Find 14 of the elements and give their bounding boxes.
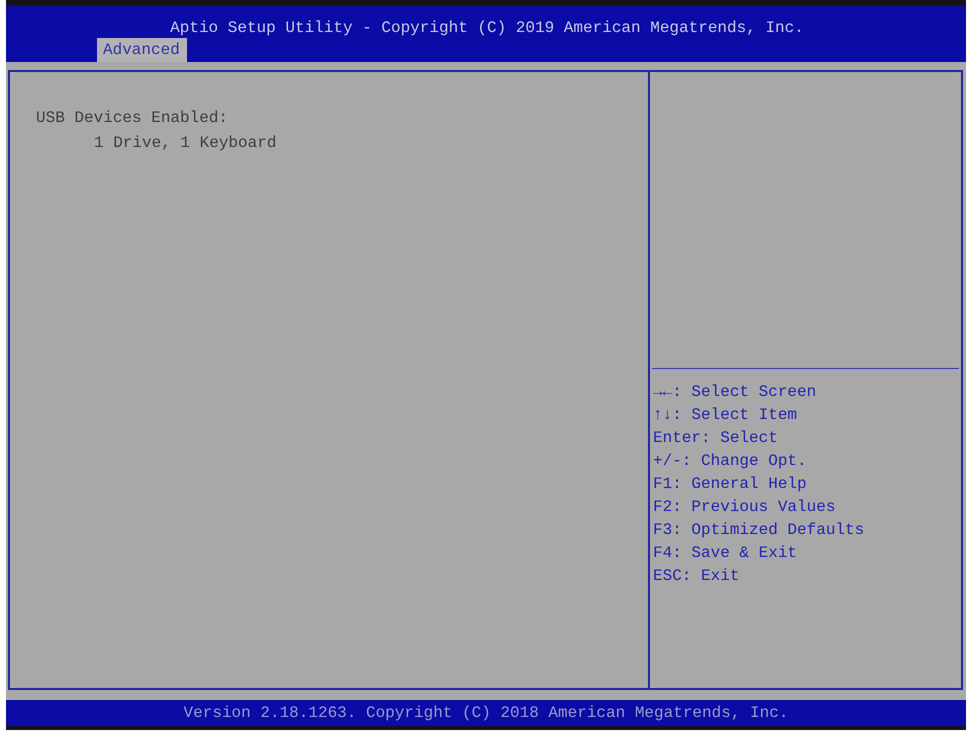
key-hint: Enter: Select <box>653 428 779 449</box>
setting-label: USB Devices Enabled: <box>36 108 230 129</box>
key-hint: ↑↓: Select Item <box>653 405 798 426</box>
key-hint: F3: Optimized Defaults <box>653 520 866 541</box>
menu-tab[interactable]: Advanced <box>97 38 187 62</box>
key-hint: +/-: Change Opt. <box>653 451 808 472</box>
key-hint: ESC: Exit <box>653 566 740 587</box>
key-hint: →←: Select Screen <box>653 382 818 403</box>
key-hint: F2: Previous Values <box>653 497 836 518</box>
window-title: Aptio Setup Utility - Copyright (C) 2019 American Megatrends, Inc. <box>169 18 805 38</box>
key-hint: F4: Save & Exit <box>653 543 798 564</box>
version-text: Version 2.18.1263. Copyright (C) 2018 American Megatrends, Inc. <box>184 703 788 723</box>
setting-value: 1 Drive, 1 Keyboard <box>93 133 278 154</box>
key-hint: F1: General Help <box>653 474 808 495</box>
